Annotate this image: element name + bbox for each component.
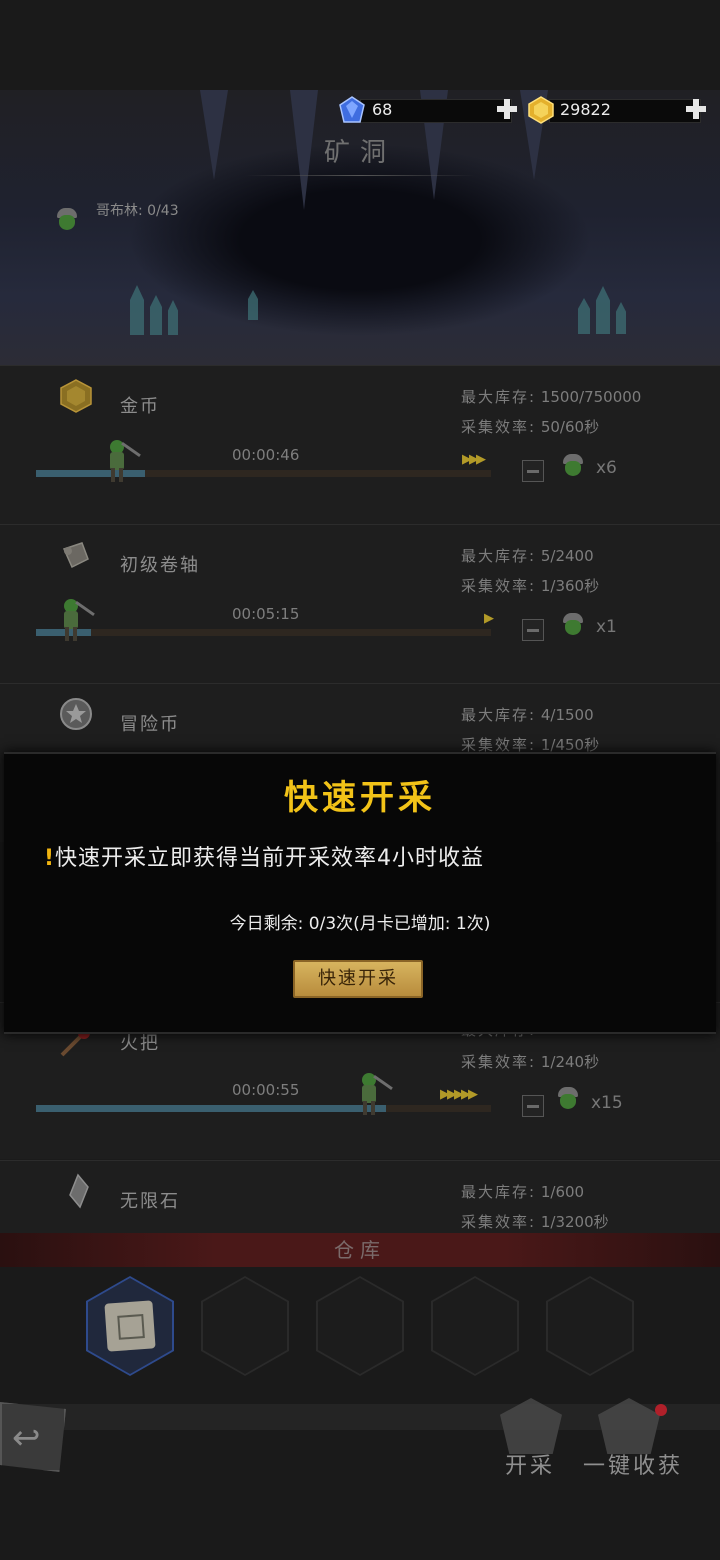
add-gems-button[interactable] bbox=[496, 98, 518, 120]
goblin-count: 哥布林: 0/43 bbox=[96, 203, 179, 219]
goblin-miner-icon bbox=[52, 597, 95, 645]
page-title: 矿洞 bbox=[323, 138, 396, 168]
add-gold-button[interactable] bbox=[685, 98, 707, 120]
notification-dot bbox=[655, 1404, 667, 1416]
crystal-decor bbox=[150, 295, 162, 335]
quick-mine-button[interactable]: 快速开采 bbox=[293, 960, 423, 998]
capacity-stat: 最大库存: 1/600 bbox=[461, 1183, 585, 1201]
goblin-icon bbox=[562, 454, 584, 476]
gem-currency: 68 bbox=[338, 96, 520, 124]
warning-text: 快速开采立即获得当前开采效率4小时收益 bbox=[55, 846, 485, 871]
rate-stat: 采集效率: 50/60秒 bbox=[461, 418, 600, 436]
mine-row-infinity-stone[interactable]: 无限石 最大库存: 1/600 采集效率: 1/3200秒 bbox=[0, 1160, 720, 1234]
crystal-decor bbox=[248, 290, 258, 320]
crystal-decor bbox=[130, 285, 144, 335]
back-arrow-icon: ↩ bbox=[12, 1418, 41, 1458]
goblin-miner-icon bbox=[350, 1071, 393, 1119]
speed-arrows: ▶▶▶▶▶ bbox=[440, 1087, 478, 1102]
scroll-icon bbox=[62, 542, 89, 569]
rate-stat: 采集效率: 1/360秒 bbox=[461, 577, 600, 595]
crystal-decor bbox=[578, 298, 590, 334]
mine-timer: 00:05:15 bbox=[232, 605, 300, 623]
capacity-stat: 最大库存: 1500/750000 bbox=[461, 388, 642, 406]
blue-gem-icon bbox=[339, 96, 365, 123]
map-scroll-icon bbox=[104, 1300, 156, 1352]
gold-count: 29822 bbox=[560, 100, 611, 119]
goblin-multiplier: x15 bbox=[591, 1093, 623, 1113]
remove-goblin-button[interactable] bbox=[522, 1095, 544, 1117]
title-divider bbox=[245, 175, 475, 176]
progress-track bbox=[36, 629, 491, 636]
remaining-count: 今日剩余: 0/3次(月卡已增加: 1次) bbox=[229, 914, 491, 934]
resource-name: 冒险币 bbox=[120, 714, 180, 735]
dialog-title: 快速开采 bbox=[284, 778, 436, 818]
rate-stat: 采集效率: 1/3200秒 bbox=[461, 1213, 609, 1231]
capacity-stat: 最大库存: 4/1500 bbox=[461, 706, 594, 724]
gold-gem-icon bbox=[528, 96, 554, 124]
crystal-decor bbox=[616, 302, 626, 334]
progress-fill bbox=[36, 1105, 387, 1112]
mine-timer: 00:00:55 bbox=[232, 1081, 300, 1099]
infinity-stone-icon bbox=[69, 1173, 89, 1209]
gem-count: 68 bbox=[372, 100, 393, 119]
gold-gem-icon bbox=[60, 379, 92, 413]
goblin-icon bbox=[557, 1087, 579, 1109]
resource-name: 初级卷轴 bbox=[120, 555, 200, 576]
crystal-decor bbox=[168, 300, 178, 335]
warehouse-header: 仓库 bbox=[0, 1233, 720, 1267]
mine-timer: 00:00:46 bbox=[232, 446, 300, 464]
dialog-warning: !快速开采立即获得当前开采效率4小时收益 bbox=[44, 840, 484, 872]
goblin-icon bbox=[56, 208, 78, 230]
goblin-multiplier: x6 bbox=[596, 458, 617, 478]
speed-arrows: ▶▶▶ bbox=[462, 452, 486, 467]
goblin-miner-icon bbox=[98, 438, 141, 486]
rate-stat: 采集效率: 1/240秒 bbox=[461, 1053, 600, 1071]
goblin-icon bbox=[562, 613, 584, 635]
remove-goblin-button[interactable] bbox=[522, 460, 544, 482]
mine-row-gold[interactable]: 金币 最大库存: 1500/750000 采集效率: 50/60秒 00:00:… bbox=[0, 365, 720, 524]
warning-icon: ! bbox=[44, 846, 56, 871]
goblin-multiplier: x1 bbox=[596, 617, 617, 637]
back-button[interactable]: ↩ bbox=[0, 1402, 66, 1472]
gold-currency: 29822 bbox=[527, 96, 709, 124]
resource-name: 金币 bbox=[120, 396, 160, 417]
progress-track bbox=[36, 1105, 491, 1112]
adventure-coin-icon bbox=[60, 698, 92, 730]
quick-mine-dialog: 快速开采 !快速开采立即获得当前开采效率4小时收益 今日剩余: 0/3次(月卡已… bbox=[4, 752, 716, 1034]
speed-arrows: ▶ bbox=[484, 611, 494, 626]
mine-button[interactable]: 开采 bbox=[505, 1448, 555, 1480]
crystal-decor bbox=[596, 286, 610, 334]
top-bar bbox=[0, 0, 720, 90]
resource-name: 无限石 bbox=[120, 1191, 180, 1212]
mine-row-scroll[interactable]: 初级卷轴 最大库存: 5/2400 采集效率: 1/360秒 00:05:15 … bbox=[0, 524, 720, 683]
capacity-stat: 最大库存: 5/2400 bbox=[461, 547, 594, 565]
remove-goblin-button[interactable] bbox=[522, 619, 544, 641]
collect-all-button[interactable]: 一键收获 bbox=[583, 1448, 683, 1480]
